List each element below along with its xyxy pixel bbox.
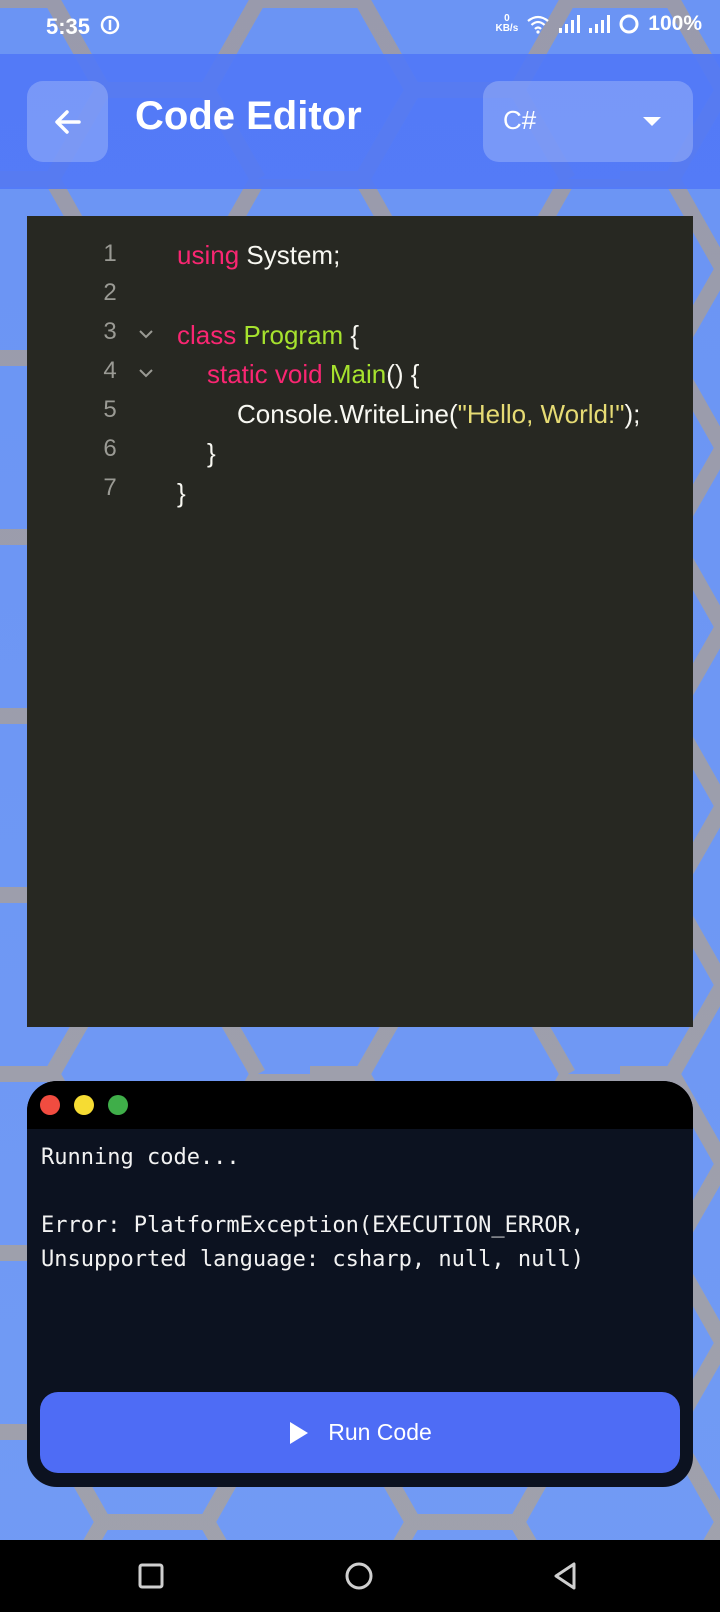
arrow-left-icon	[54, 109, 81, 134]
page-title: Code Editor	[135, 94, 362, 138]
class-name-token: Program	[243, 320, 344, 350]
home-circle-icon[interactable]	[341, 1558, 377, 1594]
fold-chevron-icon[interactable]	[137, 327, 155, 341]
line-number: 1	[103, 240, 117, 267]
navigation-bar	[0, 1540, 720, 1612]
console-output: Running code... Error: PlatformException…	[41, 1145, 585, 1272]
recents-square-icon[interactable]	[133, 1558, 169, 1594]
fold-chevron-icon[interactable]	[137, 366, 155, 380]
code-token: System;	[239, 240, 341, 270]
status-icons: 0 KB/s 100%	[495, 12, 702, 36]
line-number: 3	[103, 318, 117, 345]
run-code-label: Run Code	[328, 1419, 432, 1445]
console-panel: Running code... Error: PlatformException…	[27, 1081, 693, 1487]
code-line: }	[177, 478, 186, 508]
caret-down-icon	[643, 117, 661, 126]
code-editor[interactable]: 1 2 3 4 5 6 7 using System; class Progra…	[27, 216, 693, 1027]
method-name-token: Main	[329, 359, 387, 389]
code-line: }	[207, 438, 216, 468]
play-icon	[290, 1421, 309, 1444]
line-number: 6	[103, 435, 117, 462]
keyword-token: class	[177, 320, 237, 350]
code-line: using System;	[177, 240, 340, 271]
string-token: "Hello, World!"	[457, 399, 625, 429]
run-code-button[interactable]: Run Code	[40, 1392, 680, 1473]
line-number: 5	[103, 396, 117, 423]
back-triangle-icon[interactable]	[548, 1558, 584, 1594]
keyword-token: using	[177, 240, 240, 270]
code-line: Console.WriteLine("Hello, World!");	[237, 399, 640, 430]
language-value: C#	[503, 105, 537, 135]
status-bar: 5:35 0 KB/s 100%	[0, 0, 720, 54]
line-number: 7	[103, 474, 117, 501]
line-number: 2	[103, 279, 117, 306]
battery-percent: 100%	[648, 12, 702, 35]
code-line: class Program {	[177, 320, 359, 351]
app-header: Code Editor C#	[0, 54, 720, 189]
net-speed-unit: KB/s	[495, 23, 519, 34]
code-token: {	[343, 320, 360, 350]
code-line: static void Main() {	[207, 359, 419, 390]
battery-ring-icon	[619, 14, 639, 34]
back-button[interactable]	[27, 81, 108, 162]
signal-icon	[589, 15, 611, 33]
line-number: 4	[103, 357, 117, 384]
keyword-token: static void	[207, 359, 323, 389]
app-notification-icon	[100, 15, 120, 35]
yellow-dot-icon	[74, 1095, 94, 1115]
red-dot-icon	[40, 1095, 60, 1115]
net-speed: 0 KB/s	[495, 14, 518, 34]
wifi-icon	[527, 15, 549, 34]
language-dropdown[interactable]: C#	[483, 81, 693, 162]
console-titlebar	[27, 1081, 693, 1129]
signal-icon	[559, 15, 581, 33]
code-token: );	[624, 399, 641, 429]
status-time: 5:35	[46, 14, 91, 39]
green-dot-icon	[108, 1095, 128, 1115]
code-token: Console.WriteLine(	[237, 399, 458, 429]
code-token: () {	[386, 359, 420, 389]
